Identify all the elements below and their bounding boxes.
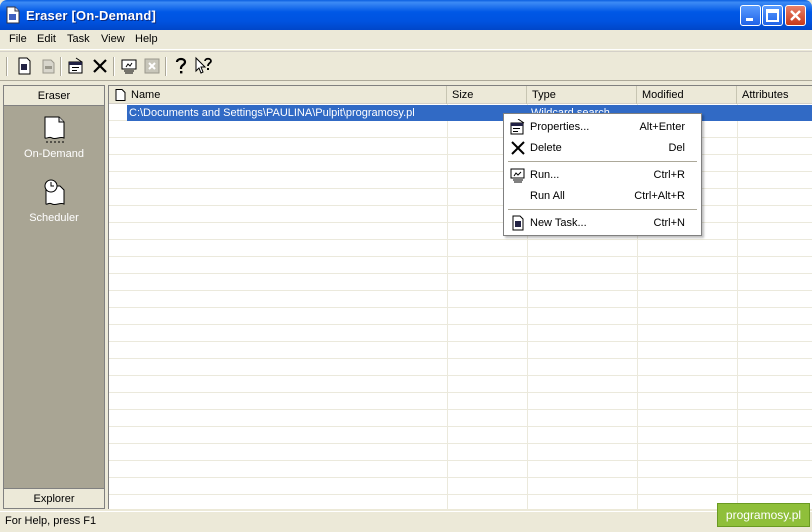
menu-item-shortcut: Del bbox=[668, 142, 685, 154]
sidebar-header[interactable]: Eraser bbox=[4, 86, 104, 106]
new-task-icon[interactable] bbox=[14, 56, 34, 76]
run-icon bbox=[510, 168, 525, 183]
sidebar-item-on-demand[interactable]: On-Demand bbox=[4, 114, 104, 160]
menu-item-shortcut: Ctrl+N bbox=[653, 217, 685, 229]
cell-attributes bbox=[739, 105, 812, 121]
grid-line bbox=[447, 104, 448, 509]
run-icon[interactable] bbox=[119, 56, 139, 76]
menu-view[interactable]: View bbox=[101, 33, 125, 45]
properties-icon[interactable] bbox=[66, 56, 86, 76]
minimize-button[interactable] bbox=[740, 5, 761, 26]
column-header-modified[interactable]: Modified bbox=[637, 86, 737, 104]
menu-item-label: New Task... bbox=[530, 217, 587, 229]
cell-name: C:\Documents and Settings\PAULINA\Pulpit… bbox=[129, 107, 415, 119]
maximize-button[interactable] bbox=[762, 5, 783, 26]
menu-item-shortcut: Ctrl+Alt+R bbox=[634, 190, 685, 202]
eraser-on-demand-icon bbox=[44, 116, 65, 143]
sidebar-item-label: On-Demand bbox=[24, 148, 84, 160]
sidebar-footer[interactable]: Explorer bbox=[4, 488, 104, 508]
sidebar-item-label: Scheduler bbox=[29, 212, 79, 224]
toolbar-separator bbox=[113, 57, 115, 76]
task-list[interactable]: Name Size Type Modified Attributes C:\Do… bbox=[108, 85, 812, 509]
column-header-type[interactable]: Type bbox=[527, 86, 637, 104]
toolbar-separator bbox=[165, 57, 167, 76]
table-row[interactable]: C:\Documents and Settings\PAULINA\Pulpit… bbox=[127, 105, 812, 121]
menu-item-run-all[interactable]: Run All Ctrl+Alt+R bbox=[506, 186, 699, 206]
toolbar bbox=[0, 51, 812, 81]
menu-item-new-task[interactable]: New Task... Ctrl+N bbox=[506, 213, 699, 233]
menu-help[interactable]: Help bbox=[135, 33, 158, 45]
menu-separator bbox=[508, 161, 697, 162]
menu-item-label: Run All bbox=[530, 190, 565, 202]
window-title: Eraser [On-Demand] bbox=[26, 8, 157, 23]
menu-task[interactable]: Task bbox=[67, 33, 90, 45]
menu-item-label: Delete bbox=[530, 142, 562, 154]
delete-icon bbox=[511, 141, 525, 155]
scheduler-clock-icon bbox=[44, 179, 65, 206]
menu-item-label: Properties... bbox=[530, 121, 590, 133]
menu-bar: File Edit Task View Help bbox=[0, 30, 812, 50]
menu-item-run[interactable]: Run... Ctrl+R bbox=[506, 165, 699, 185]
column-header-attributes[interactable]: Attributes bbox=[737, 86, 812, 104]
menu-separator bbox=[508, 209, 697, 210]
menu-item-label: Run... bbox=[530, 169, 560, 181]
maximize-icon bbox=[766, 9, 779, 22]
column-header-name[interactable]: Name bbox=[109, 86, 447, 104]
list-header: Name Size Type Modified Attributes bbox=[109, 86, 812, 104]
file-icon bbox=[115, 89, 126, 101]
stop-icon[interactable] bbox=[142, 56, 162, 76]
menu-item-properties[interactable]: Properties... Alt+Enter bbox=[506, 117, 699, 137]
context-help-icon[interactable] bbox=[194, 56, 214, 76]
close-icon bbox=[790, 10, 801, 21]
watermark-badge: programosy.pl bbox=[717, 503, 810, 527]
toolbar-separator bbox=[6, 57, 8, 76]
menu-item-shortcut: Alt+Enter bbox=[639, 121, 685, 133]
sidebar: Eraser On-Demand Scheduler Explorer bbox=[3, 85, 105, 509]
menu-item-shortcut: Ctrl+R bbox=[653, 169, 685, 181]
minimize-icon bbox=[746, 18, 753, 21]
help-icon[interactable] bbox=[171, 56, 191, 76]
task-disabled-icon[interactable] bbox=[38, 56, 58, 76]
list-rows: C:\Documents and Settings\PAULINA\Pulpit… bbox=[109, 104, 812, 509]
new-task-icon bbox=[512, 215, 524, 231]
column-header-label: Name bbox=[131, 89, 161, 101]
grid-line bbox=[737, 104, 738, 509]
menu-item-delete[interactable]: Delete Del bbox=[506, 138, 699, 158]
toolbar-separator bbox=[60, 57, 62, 76]
column-header-size[interactable]: Size bbox=[447, 86, 527, 104]
properties-icon bbox=[510, 119, 525, 135]
close-button[interactable] bbox=[785, 5, 806, 26]
delete-icon[interactable] bbox=[90, 56, 110, 76]
eraser-app-icon bbox=[6, 6, 20, 24]
title-bar[interactable]: Eraser [On-Demand] bbox=[0, 0, 812, 30]
status-text: For Help, press F1 bbox=[5, 515, 97, 527]
menu-file[interactable]: File bbox=[9, 33, 27, 45]
sidebar-item-scheduler[interactable]: Scheduler bbox=[4, 178, 104, 224]
context-menu: Properties... Alt+Enter Delete Del Run..… bbox=[503, 113, 702, 236]
status-bar: For Help, press F1 bbox=[0, 511, 812, 532]
menu-edit[interactable]: Edit bbox=[37, 33, 56, 45]
